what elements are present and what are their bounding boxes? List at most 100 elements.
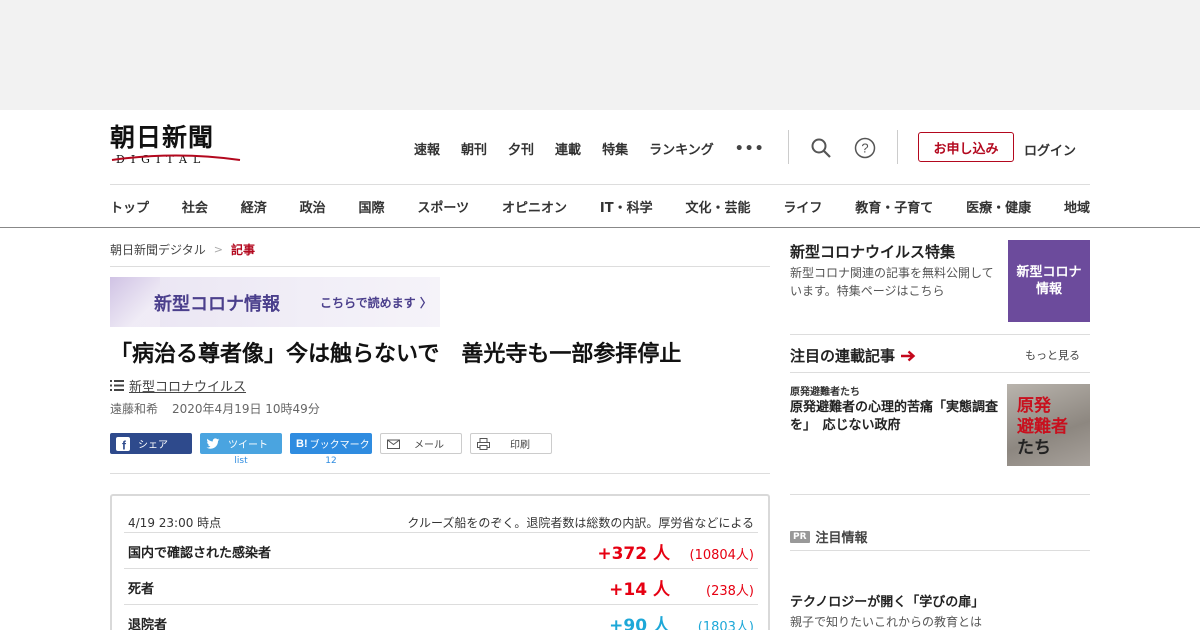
twitter-count[interactable]: list <box>200 456 282 466</box>
stats-delta: +14 人 <box>609 580 670 600</box>
stats-total: (1803人) <box>697 620 754 630</box>
stats-total: (10804人) <box>689 548 755 563</box>
asahi-logo[interactable]: 朝日新聞 DIGITAL <box>110 124 242 170</box>
stats-timestamp: 4/19 23:00 時点 <box>128 516 222 530</box>
top-nav-item[interactable]: ランキング <box>649 139 714 158</box>
divider <box>0 227 1200 228</box>
chevron-right-icon: 〉 <box>419 296 432 310</box>
stats-row-deaths: 死者 +14 人 (238人) <box>124 568 758 604</box>
stats-label: 死者 <box>128 582 155 597</box>
top-nav-item[interactable]: 連載 <box>555 139 581 158</box>
article-headline: 「病治る尊者像」今は触らないで 善光寺も一部参拝停止 <box>110 342 682 367</box>
top-nav-item[interactable]: 夕刊 <box>508 139 534 158</box>
hatena-bookmark-label: ブックマーク <box>309 440 370 451</box>
mail-icon <box>387 439 400 449</box>
stats-label: 国内で確認された感染者 <box>128 546 272 561</box>
divider <box>790 550 1090 551</box>
category-item[interactable]: 経済 <box>241 197 267 216</box>
pr-label: 注目情報 <box>815 531 868 546</box>
logo-main-text: 朝日新聞 <box>110 123 215 152</box>
article-tag: 新型コロナウイルス <box>110 376 246 395</box>
facebook-icon: f <box>116 436 130 451</box>
print-button[interactable]: 印刷 <box>470 433 552 454</box>
twitter-share-label: ツイート <box>228 440 268 451</box>
category-item[interactable]: IT・科学 <box>600 197 653 216</box>
breadcrumb-home[interactable]: 朝日新聞デジタル <box>110 241 206 258</box>
byline: 遠藤和希 2020年4月19日 10時49分 <box>110 400 320 417</box>
corona-info-banner[interactable]: 新型コロナ情報 こちらで読めます 〉 <box>110 277 440 327</box>
hatena-bookmark-button[interactable]: B! ブックマーク <box>290 433 372 454</box>
more-link[interactable]: もっと見る <box>1025 347 1080 363</box>
search-icon[interactable] <box>809 136 833 160</box>
login-link[interactable]: ログイン <box>1024 140 1076 159</box>
twitter-share-button[interactable]: ツイート <box>200 433 282 454</box>
list-icon <box>110 380 124 391</box>
breadcrumb-current: 記事 <box>230 243 255 257</box>
facebook-share-button[interactable]: f シェア <box>110 433 192 454</box>
logo-arc-icon <box>111 154 241 161</box>
mail-share-label: メール <box>414 440 444 451</box>
mail-share-button[interactable]: メール <box>380 433 462 454</box>
category-item[interactable]: ライフ <box>783 197 822 216</box>
thumbnail-line: たち <box>1017 438 1051 458</box>
category-item[interactable]: スポーツ <box>417 197 469 216</box>
serial-headline[interactable]: 原発避難者の心理的苦痛「実態調査を」 応じない政府 <box>790 399 1002 435</box>
serial-section-title[interactable]: 注目の連載記事 <box>790 345 916 366</box>
category-item[interactable]: 地域 <box>1064 197 1090 216</box>
category-item[interactable]: 教育・子育て <box>855 197 933 216</box>
serial-thumbnail[interactable]: 原発 避難者 たち <box>1007 384 1090 466</box>
breadcrumb-separator: > <box>213 243 223 256</box>
thumbnail-text: 原発 避難者 たち <box>1017 396 1068 459</box>
top-nav-item[interactable]: 特集 <box>602 139 628 158</box>
divider <box>110 473 770 474</box>
category-item[interactable]: 国際 <box>359 197 385 216</box>
divider <box>110 184 1090 185</box>
feature-description[interactable]: 新型コロナ関連の記事を無料公開しています。特集ページはこちら <box>790 264 1002 300</box>
help-icon[interactable]: ? <box>853 136 877 160</box>
divider <box>790 334 1090 335</box>
print-icon <box>477 437 490 450</box>
twitter-icon <box>206 437 220 449</box>
stats-total: (238人) <box>706 584 754 599</box>
stats-label: 退院者 <box>128 618 168 630</box>
hatena-count[interactable]: 12 <box>290 456 372 466</box>
top-nav-item[interactable]: 速報 <box>414 139 440 158</box>
top-nav-item[interactable]: 朝刊 <box>461 139 487 158</box>
stats-note: クルーズ船をのぞく。退院者数は総数の内訳。厚労省などによる <box>407 516 754 530</box>
pr-section-header: PR 注目情報 <box>790 527 868 546</box>
thumbnail-line: 避難者 <box>1017 417 1068 437</box>
more-menu-button[interactable]: ••• <box>735 141 765 157</box>
svg-text:?: ? <box>861 141 868 156</box>
feature-image-text: 情報 <box>1035 282 1062 297</box>
category-item[interactable]: 文化・芸能 <box>685 197 750 216</box>
apply-button[interactable]: お申し込み <box>918 132 1014 162</box>
ad-space <box>0 0 1200 110</box>
breadcrumb: 朝日新聞デジタル > 記事 <box>110 241 255 258</box>
category-item[interactable]: 社会 <box>182 197 208 216</box>
banner-link-text: こちらで読めます <box>320 296 416 310</box>
category-item[interactable]: トップ <box>110 197 149 216</box>
category-item[interactable]: 政治 <box>300 197 326 216</box>
pr-badge: PR <box>790 530 810 543</box>
thumbnail-line: 原発 <box>1017 396 1051 416</box>
divider <box>110 266 770 267</box>
author: 遠藤和希 <box>110 402 159 416</box>
promo-subtitle[interactable]: 親子で知りたいこれからの教育とは <box>790 613 982 630</box>
banner-link[interactable]: こちらで読めます 〉 <box>320 294 432 311</box>
stats-row-infected: 国内で確認された感染者 +372 人 (10804人) <box>124 532 758 568</box>
publish-date: 2020年4月19日 10時49分 <box>172 402 320 416</box>
category-item[interactable]: 医療・健康 <box>966 197 1031 216</box>
category-item[interactable]: オピニオン <box>502 197 567 216</box>
divider <box>788 130 789 164</box>
promo-title[interactable]: テクノロジーが開く「学びの扉」 <box>790 591 984 610</box>
corona-feature-image[interactable]: 新型コロナ 情報 <box>1008 240 1090 322</box>
banner-title: 新型コロナ情報 <box>154 294 280 315</box>
covid-stats-box: 4/19 23:00 時点 クルーズ船をのぞく。退院者数は総数の内訳。厚労省など… <box>110 494 770 630</box>
serial-kicker: 原発避難者たち <box>790 387 860 398</box>
tag-link[interactable]: 新型コロナウイルス <box>129 376 246 395</box>
stats-delta: +90 人 <box>609 616 670 630</box>
feature-image-text: 新型コロナ <box>1016 265 1082 280</box>
stats-delta: +372 人 <box>597 544 670 564</box>
print-label: 印刷 <box>510 440 530 451</box>
feature-title[interactable]: 新型コロナウイルス特集 <box>790 241 955 262</box>
